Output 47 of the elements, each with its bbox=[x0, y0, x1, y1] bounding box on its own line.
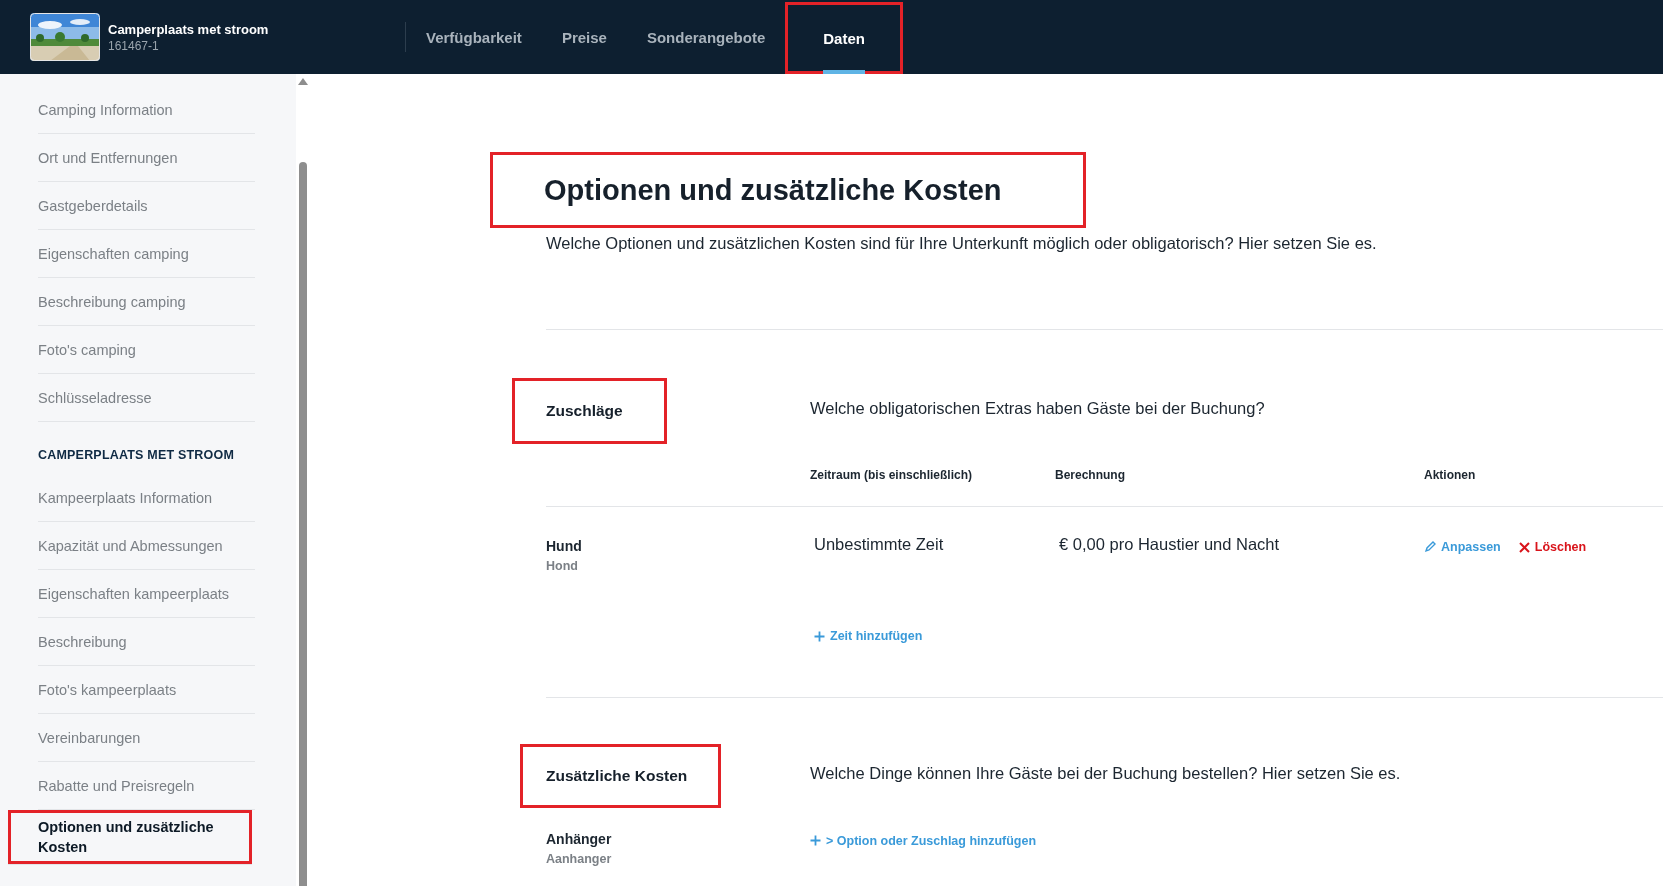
sidebar-item[interactable]: Foto's camping bbox=[38, 326, 255, 374]
pencil-icon bbox=[1424, 541, 1436, 553]
nav-tab[interactable]: Sonderangebote bbox=[626, 0, 786, 74]
sidebar-item[interactable]: Eigenschaften kampeerplaats bbox=[38, 570, 255, 618]
nav-tab[interactable]: Verfügbarkeit bbox=[406, 0, 542, 74]
table-cell-text: € 0,00 pro Haustier und Nacht bbox=[1058, 535, 1280, 553]
link[interactable]: > Option oder Zuschlag hinzufügen bbox=[810, 833, 1037, 848]
listing-title: Camperplaats met stroom bbox=[108, 21, 269, 37]
nav-tab[interactable]: Daten bbox=[785, 2, 903, 74]
link[interactable]: Anpassen bbox=[1424, 540, 1501, 554]
link[interactable]: Zeit hinzufügen bbox=[814, 629, 923, 643]
sidebar-item[interactable]: Eigenschaften camping bbox=[38, 230, 255, 278]
section-question: Welche obligatorischen Extras haben Gäste bei der Buchung? bbox=[810, 399, 1266, 418]
scroll-up-icon[interactable] bbox=[298, 78, 308, 85]
sidebar-item[interactable]: Ort und Entfernungen bbox=[38, 134, 255, 182]
sidebar-item[interactable]: Schlüsseladresse bbox=[38, 374, 255, 422]
item-translation: Aanhanger bbox=[546, 852, 612, 866]
item-name: Anhänger bbox=[546, 831, 612, 847]
sidebar-item[interactable]: Gastgeberdetails bbox=[38, 182, 255, 230]
sidebar-item[interactable]: Camping Information bbox=[38, 86, 255, 134]
nav-tab[interactable]: Preise bbox=[541, 0, 627, 74]
column-header: Aktionen bbox=[1424, 468, 1476, 482]
sidebar-item[interactable]: Beschreibung bbox=[38, 618, 255, 666]
close-icon bbox=[1518, 541, 1530, 553]
page-title: Optionen und zusätzliche Kosten bbox=[490, 152, 1086, 228]
section-question: Welche Dinge können Ihre Gäste bei der Buchung bestellen? Hier setzen Sie es. bbox=[810, 764, 1402, 783]
item-name: Hund bbox=[546, 538, 582, 554]
section-heading: CAMPERPLAATS MET STROOM bbox=[38, 448, 235, 464]
item-translation: Hond bbox=[546, 559, 578, 573]
link[interactable]: Löschen bbox=[1518, 540, 1587, 554]
sidebar-item[interactable]: Foto's kampeerplaats bbox=[38, 666, 255, 714]
sidebar-item[interactable]: Kapazität und Abmessungen bbox=[38, 522, 255, 570]
section-title: Zusätzliche Kosten bbox=[520, 744, 722, 808]
sidebar-item[interactable]: Beschreibung camping bbox=[38, 278, 255, 326]
scrollbar-thumb[interactable] bbox=[299, 162, 307, 886]
sidebar-item[interactable]: Vereinbarungen bbox=[38, 714, 255, 762]
sidebar-item[interactable]: Optionen und zusätzliche Kosten bbox=[8, 810, 252, 865]
plus-icon bbox=[814, 630, 825, 642]
plus-icon bbox=[810, 835, 821, 846]
column-header: Berechnung bbox=[1055, 468, 1125, 482]
sidebar-item[interactable]: Kampeerplaats Information bbox=[38, 474, 255, 522]
column-header: Zeitraum (bis einschließlich) bbox=[810, 468, 973, 482]
sidebar-item[interactable]: Rabatte und Preisregeln bbox=[38, 762, 255, 810]
table-cell-text: Unbestimmte Zeit bbox=[813, 535, 944, 553]
section-title: Zuschläge bbox=[512, 378, 667, 444]
page-intro: Welche Optionen und zusätzlichen Kosten sind für Ihre Unterkunft möglich oder obligatorisch? Hier setzen Sie es. bbox=[546, 234, 1378, 253]
listing-id: 161467-1 bbox=[108, 38, 160, 53]
